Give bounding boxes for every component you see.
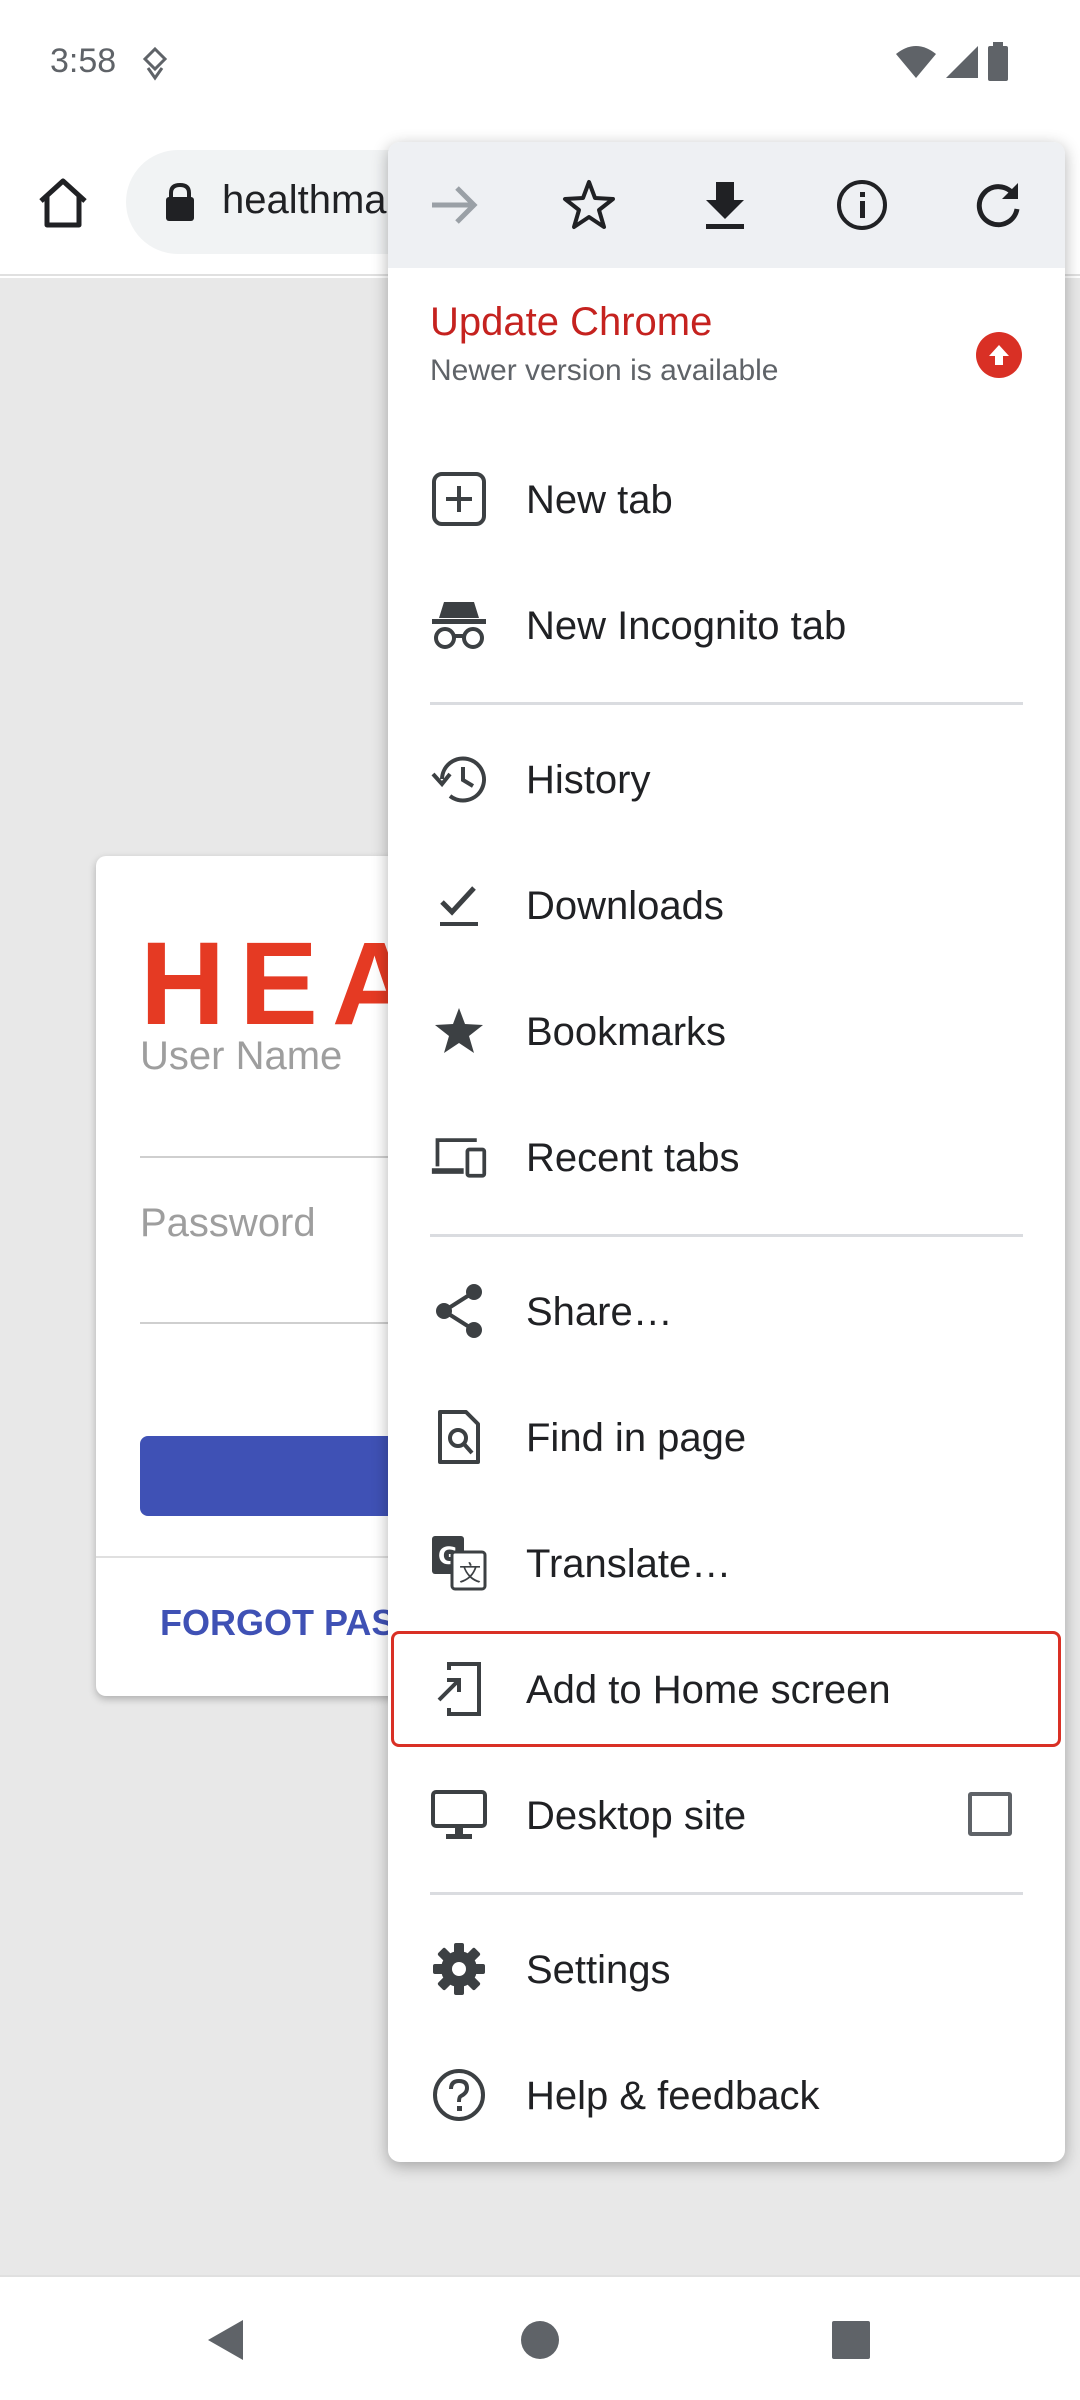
menu-item-label: Desktop site <box>526 1794 747 1838</box>
menu-item-label: New Incognito tab <box>526 604 847 648</box>
reload-icon <box>976 183 1020 228</box>
menu-item-history[interactable]: History <box>388 720 1065 838</box>
bookmark-star-button[interactable] <box>558 174 620 236</box>
download-icon <box>706 182 744 229</box>
update-subtitle: Newer version is available <box>430 354 779 387</box>
add-to-home-icon <box>430 1660 488 1718</box>
menu-item-settings[interactable]: Settings <box>388 1910 1065 2028</box>
find-in-page-icon <box>430 1408 488 1466</box>
home-icon <box>39 178 87 228</box>
menu-divider <box>430 702 1023 705</box>
menu-item-translate[interactable]: G文 Translate… <box>388 1504 1065 1622</box>
lock-icon <box>166 182 194 221</box>
url-text[interactable]: healthma <box>222 178 387 223</box>
status-time: 3:58 <box>50 42 117 80</box>
menu-item-find-in-page[interactable]: Find in page <box>388 1378 1065 1496</box>
menu-item-label: Translate… <box>526 1542 732 1586</box>
translate-icon: G文 <box>430 1534 488 1592</box>
menu-item-label: Recent tabs <box>526 1136 740 1180</box>
system-nav-bar <box>0 2275 1080 2400</box>
menu-item-label: Settings <box>526 1948 671 1992</box>
menu-item-label: History <box>526 758 651 802</box>
wifi-icon <box>896 46 936 78</box>
settings-icon <box>430 1940 488 1998</box>
desktop-icon <box>430 1786 488 1844</box>
update-chrome-item[interactable]: Update Chrome Newer version is available <box>388 290 1065 412</box>
svg-text:文: 文 <box>459 1562 481 1587</box>
menu-divider <box>430 1234 1023 1237</box>
menu-item-new-incognito-tab[interactable]: New Incognito tab <box>388 566 1065 684</box>
recent-tabs-icon <box>430 1128 488 1186</box>
square-recents-icon <box>832 2321 870 2359</box>
share-icon <box>430 1282 488 1340</box>
new-tab-icon <box>430 470 488 528</box>
forward-button[interactable] <box>424 174 486 236</box>
page-info-button[interactable] <box>831 174 893 236</box>
screen: 3:58 healthma HEA User Name Password FOR… <box>0 0 1080 2400</box>
bookmarks-icon <box>430 1002 488 1060</box>
update-title: Update Chrome <box>430 300 713 344</box>
menu-item-add-to-home-screen[interactable]: Add to Home screen <box>388 1630 1065 1748</box>
status-icons <box>894 42 1010 82</box>
menu-item-label: New tab <box>526 478 673 522</box>
menu-item-label: Add to Home screen <box>526 1668 891 1712</box>
star-outline-icon <box>563 180 615 229</box>
status-bar: 3:58 <box>0 0 1080 130</box>
menu-action-bar <box>388 142 1065 268</box>
cellular-icon <box>946 46 978 78</box>
menu-item-label: Bookmarks <box>526 1010 727 1054</box>
desktop-site-checkbox[interactable] <box>968 1792 1012 1836</box>
menu-item-bookmarks[interactable]: Bookmarks <box>388 972 1065 1090</box>
menu-item-label: Find in page <box>526 1416 747 1460</box>
username-label[interactable]: User Name <box>140 1034 342 1079</box>
menu-item-label: Downloads <box>526 884 724 928</box>
chrome-overflow-menu: Update Chrome Newer version is available… <box>388 142 1065 2162</box>
forward-arrow-icon <box>432 186 478 224</box>
notification-icon <box>142 46 168 81</box>
download-page-button[interactable] <box>694 174 756 236</box>
back-button[interactable] <box>192 2307 258 2373</box>
battery-icon <box>988 42 1008 81</box>
menu-item-label: Share… <box>526 1290 673 1334</box>
info-icon <box>837 180 887 230</box>
password-label[interactable]: Password <box>140 1201 316 1246</box>
menu-item-label: Help & feedback <box>526 2074 820 2118</box>
circle-home-icon <box>521 2321 559 2359</box>
home-button[interactable] <box>30 170 96 236</box>
help-icon <box>430 2066 488 2124</box>
downloads-icon <box>430 876 488 934</box>
menu-item-new-tab[interactable]: New tab <box>388 440 1065 558</box>
menu-item-help-feedback[interactable]: Help & feedback <box>388 2036 1065 2154</box>
recents-button[interactable] <box>818 2307 884 2373</box>
back-icon <box>208 2320 243 2360</box>
update-badge <box>976 332 1022 378</box>
menu-item-desktop-site[interactable]: Desktop site <box>388 1756 1065 1874</box>
history-icon <box>430 750 488 808</box>
reload-button[interactable] <box>967 174 1029 236</box>
incognito-icon <box>430 596 488 654</box>
menu-divider <box>430 1892 1023 1895</box>
menu-item-downloads[interactable]: Downloads <box>388 846 1065 964</box>
menu-item-recent-tabs[interactable]: Recent tabs <box>388 1098 1065 1216</box>
update-arrow-icon <box>989 345 1009 365</box>
menu-item-share[interactable]: Share… <box>388 1252 1065 1370</box>
forgot-password-link[interactable]: FORGOT PASS <box>160 1602 419 1644</box>
home-nav-button[interactable] <box>507 2307 573 2373</box>
